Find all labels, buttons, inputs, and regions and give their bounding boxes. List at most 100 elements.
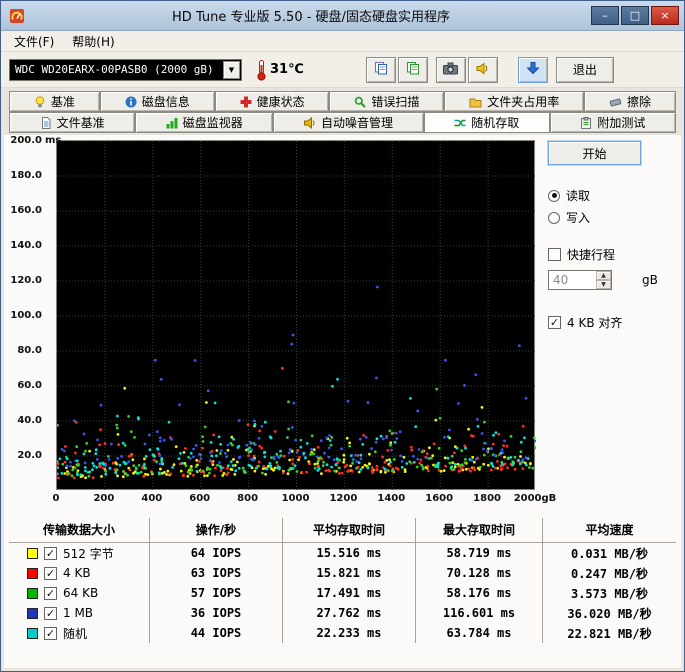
random-icon xyxy=(454,117,466,129)
tab-error-scan[interactable]: 错误扫描 xyxy=(329,91,445,112)
y-tick-label: 80.0 xyxy=(17,345,42,356)
tab-extra-tests[interactable]: 附加测试 xyxy=(549,112,677,133)
avg-access-value: 15.516 ms xyxy=(282,543,415,563)
x-tick-label: 800 xyxy=(237,493,259,504)
series-color-swatch xyxy=(27,547,38,559)
save-results-button[interactable] xyxy=(517,56,548,83)
y-tick-label: 60.0 xyxy=(17,380,42,391)
iops-value: 44 IOPS xyxy=(149,623,282,643)
tab-label: 磁盘监视器 xyxy=(182,116,243,130)
menu-file[interactable]: 文件(F) xyxy=(5,31,63,52)
scatter-plot xyxy=(57,141,536,491)
table-header-1: 操作/秒 xyxy=(149,518,282,543)
tab-disk-monitor[interactable]: 磁盘监视器 xyxy=(135,112,274,133)
results-table: 传输数据大小 操作/秒 平均存取时间 最大存取时间 平均速度 ✓ 512 字节 64 IOPS… xyxy=(9,518,676,643)
copy-image-button[interactable] xyxy=(365,56,396,83)
dropdown-arrow-icon[interactable]: ▼ xyxy=(223,60,240,79)
monitor-icon xyxy=(166,117,178,129)
write-label: 写入 xyxy=(566,211,591,225)
tab-erase[interactable]: 擦除 xyxy=(584,91,676,112)
tab-benchmark[interactable]: 基准 xyxy=(9,91,100,112)
drive-select[interactable]: WDC WD20EARX-00PASB0 (2000 gB) ▼ xyxy=(9,58,242,81)
table-row-label-1-mb: ✓ 1 MB xyxy=(9,603,149,623)
menu-help[interactable]: 帮助(H) xyxy=(63,31,123,52)
write-radio[interactable] xyxy=(548,211,560,224)
y-tick-label: 180.0 xyxy=(10,170,42,181)
short-stroke-option[interactable]: 快捷行程 xyxy=(548,246,676,263)
y-tick-label: 140.0 xyxy=(10,240,42,251)
short-stroke-checkbox[interactable] xyxy=(548,248,561,261)
titlebar[interactable]: HD Tune 专业版 5.50 - 硬盘/固态硬盘实用程序 – □ × xyxy=(1,1,684,31)
tab-row-1: 基准 磁盘信息 健康状态 错误扫描 文件夹占用率 擦除 xyxy=(1,91,684,112)
align-checkbox[interactable]: ✓ xyxy=(548,316,561,329)
window-controls: – □ × xyxy=(591,6,679,25)
x-axis: 0 200 400 600 800 1000 1200 1400 1600 1800 2000gB xyxy=(53,492,557,509)
align-option[interactable]: ✓ 4 KB 对齐 xyxy=(548,314,676,331)
spin-up-icon[interactable]: ▲ xyxy=(596,271,611,280)
copy-text-button[interactable] xyxy=(397,56,428,83)
tab-label: 文件基准 xyxy=(56,116,105,130)
series-checkbox-512-bytes[interactable]: ✓ xyxy=(44,546,57,560)
max-access-value: 63.784 ms xyxy=(415,623,542,643)
series-checkbox-64-kb[interactable]: ✓ xyxy=(44,586,57,600)
series-checkbox-random[interactable]: ✓ xyxy=(44,626,57,640)
avg-speed-value: 22.821 MB/秒 xyxy=(542,623,676,643)
series-checkbox-4-kb[interactable]: ✓ xyxy=(44,566,57,580)
side-controls: 开始 读取 写入 快捷行程 ▲ xyxy=(535,140,676,509)
close-button[interactable]: × xyxy=(651,6,679,25)
avg-speed-value: 0.031 MB/秒 xyxy=(542,543,676,563)
tab-aam[interactable]: 自动噪音管理 xyxy=(273,112,424,133)
x-tick-label: 400 xyxy=(141,493,163,504)
tab-label: 擦除 xyxy=(627,95,652,109)
short-stroke-size-input[interactable] xyxy=(549,271,596,289)
series-checkbox-1-mb[interactable]: ✓ xyxy=(44,606,57,620)
minimize-button[interactable]: – xyxy=(591,6,619,25)
scan-icon xyxy=(354,96,367,108)
folder-icon xyxy=(469,96,482,108)
avg-access-value: 22.233 ms xyxy=(282,623,415,643)
avg-speed-value: 3.573 MB/秒 xyxy=(542,583,676,603)
tab-label: 自动噪音管理 xyxy=(321,116,394,130)
screenshot-button[interactable] xyxy=(435,56,466,83)
read-option[interactable]: 读取 xyxy=(548,187,676,204)
max-access-value: 116.601 ms xyxy=(415,603,542,623)
short-stroke-unit-label: gB xyxy=(642,273,658,287)
info-icon xyxy=(125,96,137,108)
file-icon xyxy=(40,116,52,129)
series-color-swatch xyxy=(27,567,38,579)
tab-label: 错误扫描 xyxy=(371,95,420,109)
table-header-2: 平均存取时间 xyxy=(282,518,415,543)
table-header-4: 平均速度 xyxy=(542,518,676,543)
x-tick-label: 2000gB xyxy=(513,493,557,504)
exit-button[interactable]: 退出 xyxy=(555,56,614,83)
y-tick-label: 100.0 xyxy=(10,310,42,321)
tab-label: 文件夹占用率 xyxy=(487,95,560,109)
tab-label: 磁盘信息 xyxy=(141,95,190,109)
sound-icon xyxy=(476,60,490,79)
copy-text-icon xyxy=(406,60,420,79)
tab-folder-usage[interactable]: 文件夹占用率 xyxy=(444,91,585,112)
series-label: 随机 xyxy=(63,626,88,641)
read-label: 读取 xyxy=(566,189,591,203)
health-icon xyxy=(240,96,252,108)
y-tick-label: 120.0 xyxy=(10,275,42,286)
tab-health[interactable]: 健康状态 xyxy=(214,91,330,112)
sound-button[interactable] xyxy=(467,56,498,83)
app-icon xyxy=(9,8,25,24)
tab-disk-info[interactable]: 磁盘信息 xyxy=(99,91,215,112)
table-header-0: 传输数据大小 xyxy=(9,518,149,543)
iops-value: 57 IOPS xyxy=(149,583,282,603)
iops-value: 64 IOPS xyxy=(149,543,282,563)
spin-down-icon[interactable]: ▼ xyxy=(596,280,611,289)
start-button[interactable]: 开始 xyxy=(548,141,641,165)
read-radio[interactable] xyxy=(548,189,560,202)
table-row-label-64-kb: ✓ 64 KB xyxy=(9,583,149,603)
max-access-value: 70.128 ms xyxy=(415,563,542,583)
tab-file-benchmark[interactable]: 文件基准 xyxy=(9,112,136,133)
table-row-label-4-kb: ✓ 4 KB xyxy=(9,563,149,583)
tab-label: 附加测试 xyxy=(597,116,646,130)
write-option[interactable]: 写入 xyxy=(548,209,676,226)
maximize-button[interactable]: □ xyxy=(621,6,649,25)
tab-random-access[interactable]: 随机存取 xyxy=(423,112,550,133)
table-row-label-512-bytes: ✓ 512 字节 xyxy=(9,543,149,563)
